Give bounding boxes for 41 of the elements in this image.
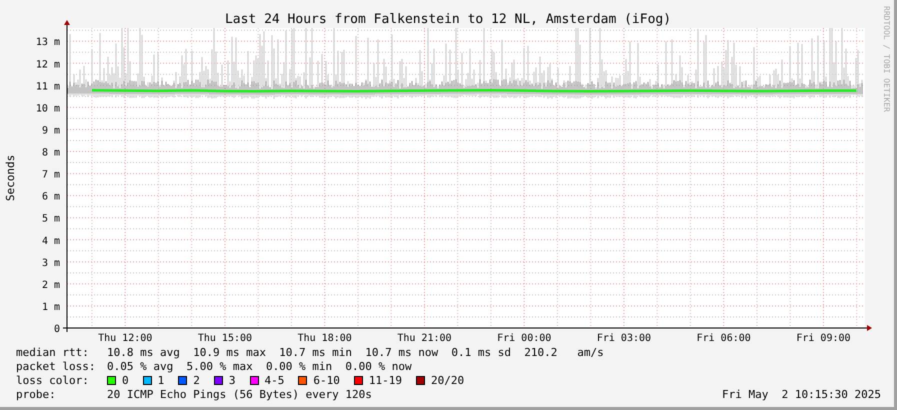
y-tick-label: 1 m [42, 302, 60, 313]
x-tick-label: Fri 03:00 [596, 333, 652, 344]
y-tick-label: 9 m [42, 125, 60, 136]
side-label: RRDTOOL / TOBI OETIKER [882, 6, 891, 112]
y-tick-label: 13 m [36, 37, 60, 48]
x-tick-label: Fri 00:00 [497, 333, 552, 344]
chart-title: Last 24 Hours from Falkenstein to 12 NL, Amsterdam (iFog) [224, 12, 672, 27]
legend-label: loss color: [16, 374, 90, 388]
x-tick-label: Thu 15:00 [198, 333, 252, 344]
swatch-label: 0 [122, 374, 129, 387]
swatch-label: 11-19 [368, 374, 402, 387]
y-tick-label: 5 m [42, 214, 60, 225]
x-tick-label: Fri 06:00 [696, 333, 751, 344]
x-tick-label: Fri 09:00 [796, 333, 851, 344]
swatch-label: 3 [228, 374, 236, 387]
swatch-label: 4-5 [264, 374, 284, 387]
legend-label: median rtt: [16, 346, 90, 360]
legend-label: packet loss: [16, 360, 96, 374]
x-tick-label: Thu 18:00 [298, 333, 352, 344]
swatch-label: 2 [193, 374, 200, 387]
y-tick-label: 12 m [36, 59, 60, 70]
y-tick-label: 4 m [42, 236, 60, 247]
swatch-label: 20/20 [431, 374, 464, 387]
y-tick-label: 6 m [42, 192, 60, 203]
x-tick-label: Thu 12:00 [98, 333, 152, 344]
y-tick-label: 0 [54, 324, 60, 335]
legend-values: 0.05 % avg 5.00 % max 0.00 % min 0.00 % now [107, 360, 412, 374]
swatch-label: 1 [158, 374, 164, 387]
swatch-label: 6-10 [313, 374, 340, 387]
y-tick-label: 2 m [42, 280, 60, 291]
legend-values: 10.8 ms avg 10.9 ms max 10.7 ms min 10.7 ms now 0.1 ms sd 210.2 am/s [107, 346, 604, 360]
y-tick-label: 10 m [36, 103, 60, 114]
y-tick-label: 7 m [42, 170, 60, 181]
x-tick-label: Thu 21:00 [397, 333, 452, 344]
y-tick-label: 3 m [42, 258, 60, 269]
timestamp: Fri May 2 10:15:30 2025 [722, 388, 881, 402]
y-tick-label: 11 m [36, 81, 60, 92]
probe-text: 20 ICMP Echo Pings (56 Bytes) every 120s [107, 388, 372, 402]
y-axis-title: Seconds [4, 154, 17, 202]
legend-label: probe: [16, 388, 57, 402]
y-tick-label: 8 m [42, 148, 60, 159]
